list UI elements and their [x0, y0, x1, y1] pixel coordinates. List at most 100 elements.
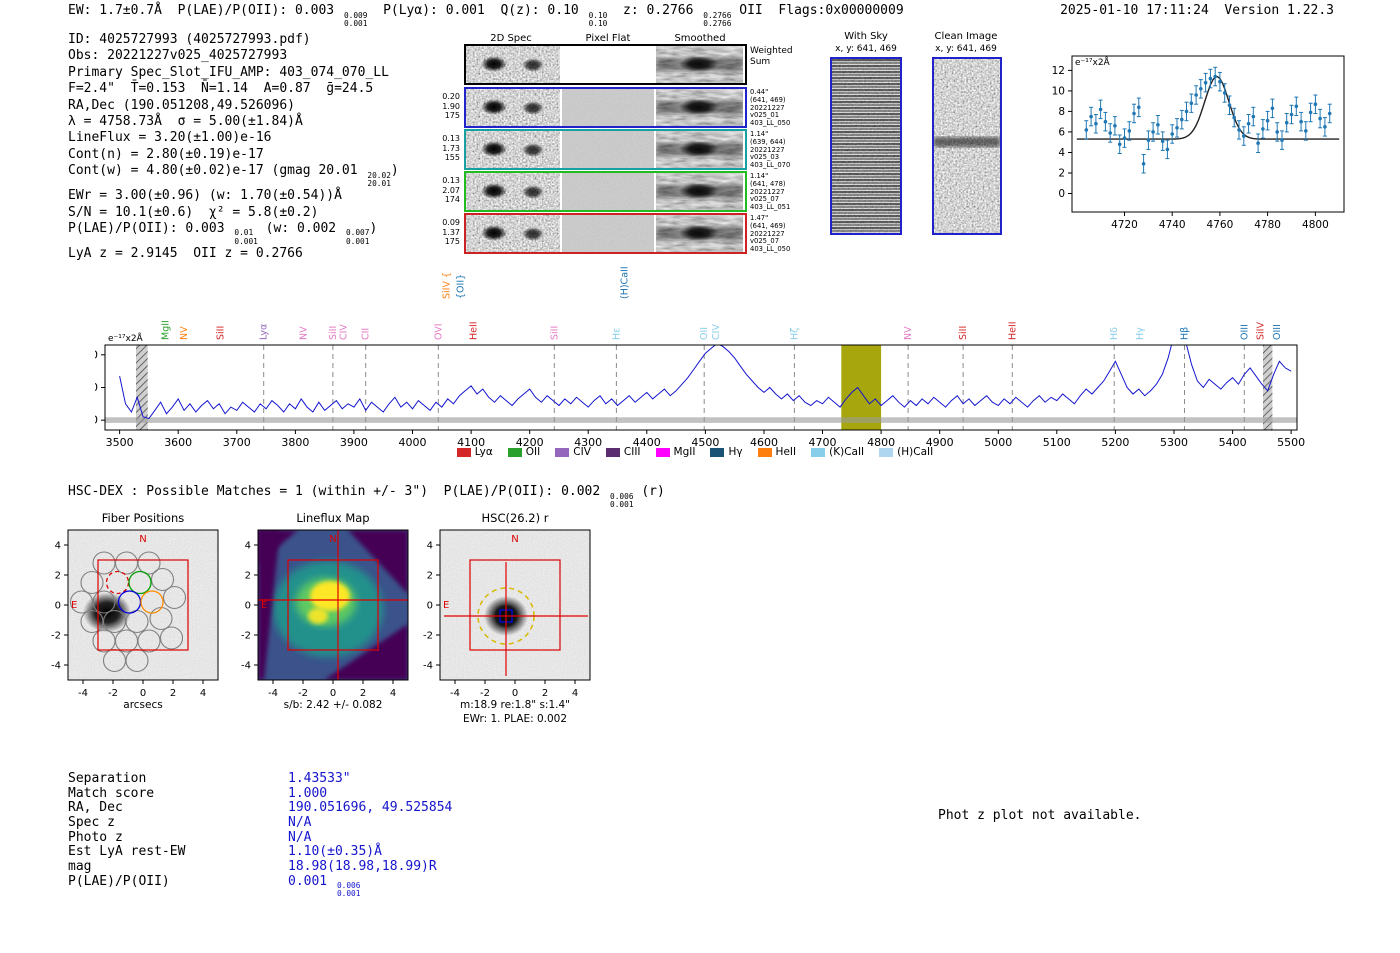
info-line: F=2.4" T̄=0.153 N̄=1.14 A=0.87 ḡ=24.5	[68, 81, 374, 97]
match-table-row: Match score 1.000	[68, 786, 452, 801]
legend-swatch	[605, 447, 620, 457]
svg-text:4760: 4760	[1207, 219, 1234, 231]
svg-text:0: 0	[95, 414, 98, 427]
gaussian-fit-curve	[1076, 75, 1340, 140]
svg-text:-4: -4	[423, 661, 433, 672]
match-table-label: P(LAE)/P(OII)	[68, 873, 170, 889]
match-table-label: Spec z	[68, 815, 115, 831]
emission-line-label: NV	[903, 326, 914, 340]
svg-text:4720: 4720	[1111, 219, 1138, 231]
spec2d-row	[464, 44, 747, 85]
match-table-row: mag 18.98(18.98,18.99)R	[68, 859, 452, 874]
legend-swatch	[507, 447, 522, 457]
legend-item: (K)CaII	[811, 446, 864, 458]
match-table-value: 1.10(±0.35)Å	[288, 844, 382, 860]
svg-text:20: 20	[95, 348, 98, 361]
spec2d-strip	[466, 46, 560, 83]
svg-text:0: 0	[140, 688, 146, 699]
spec2d-row-stats: 0.20 1.90 175	[442, 92, 460, 120]
lineflux-map-title: Lineflux Map	[296, 511, 370, 525]
spec2d-strip	[656, 131, 743, 168]
match-table-label: RA, Dec	[68, 800, 123, 816]
hsc-caption-1: m:18.9 re:1.8" s:1.4"	[460, 699, 570, 711]
spec2d-row-annotation: 1.47" (641, 469) 20221227 v025_07 403_LL_050	[750, 214, 791, 254]
legend-swatch	[879, 447, 894, 457]
legend-item: HeII	[757, 446, 796, 458]
svg-text:-2: -2	[108, 688, 118, 699]
emission-line-label: HeII	[1007, 321, 1018, 340]
fiber-positions-cutout: N E -4 -4 -2 -2 0 0 2 2 4 4	[38, 524, 228, 706]
legend-swatch	[655, 447, 670, 457]
legend-swatch	[456, 447, 471, 457]
spec2d-strip	[656, 89, 743, 126]
spec2d-strip	[562, 215, 654, 252]
info-line: Cont(n) = 2.80(±0.19)e-17	[68, 146, 264, 162]
svg-text:0: 0	[512, 688, 518, 699]
spec2d-strip	[466, 131, 560, 168]
legend-item: MgII	[655, 446, 695, 458]
spec2d-header-2dspec: 2D Spec	[490, 33, 532, 44]
legend-label: CIII	[623, 446, 641, 458]
svg-text:2: 2	[542, 688, 548, 699]
svg-text:2: 2	[1058, 168, 1065, 180]
info-line: Primary Spec_Slot_IFU_AMP: 403_074_070_L…	[68, 64, 389, 80]
emission-line-label: MgII	[160, 320, 171, 340]
match-table-row: Separation 1.43533"	[68, 771, 452, 786]
match-table-row: Photo z N/A	[68, 830, 452, 845]
emission-line-label: {OII}	[456, 274, 467, 299]
spec2d-strip	[656, 215, 743, 252]
emission-line-label: SiIV {	[442, 272, 453, 299]
spec2d-strip	[466, 173, 560, 210]
photz-note: Phot z plot not available.	[938, 808, 1142, 823]
emission-line-label: CII	[361, 328, 372, 340]
info-line: EWr = 3.00(±0.96) (w: 1.70(±0.54))Å	[68, 188, 342, 204]
emission-line-label: SiII	[215, 326, 226, 340]
spec2d-strip	[562, 89, 654, 126]
spec2d-strip	[466, 89, 560, 126]
svg-text:4800: 4800	[1302, 219, 1329, 231]
spec2d-strip	[656, 173, 743, 210]
svg-text:0: 0	[427, 601, 433, 612]
info-line: Obs: 20221227v025_4025727993	[68, 48, 288, 64]
legend-label: (K)CaII	[829, 446, 865, 458]
legend-swatch	[811, 447, 826, 457]
line-fit-chart: 4720 4740 4760 4780 4800 0 2 4 6 8 10 12 e⁻¹⁷x2Å	[1028, 42, 1363, 242]
info-line: Cont(w) = 4.80(±0.02)e-17 (gmag 20.01 20…	[68, 163, 399, 188]
svg-text:2: 2	[427, 571, 433, 582]
hsc-dex-line: HSC-DEX : Possible Matches = 1 (within +…	[68, 484, 665, 509]
north-label: N	[511, 534, 518, 545]
error-band	[105, 417, 1297, 423]
emission-line-label: SiII	[549, 326, 560, 340]
spec2d-row-annotation: 1.14" (641, 478) 20221227 v025_07 403_LL_051	[750, 172, 791, 212]
hsc-r-cutout: N E -4 -4 -2 -2 0 0 2 2 4 4	[410, 524, 600, 706]
svg-text:4: 4	[55, 541, 61, 552]
svg-text:10: 10	[95, 381, 98, 394]
svg-text:-2: -2	[241, 631, 251, 642]
north-label: N	[329, 534, 336, 545]
legend-swatch	[757, 447, 772, 457]
legend-swatch	[710, 447, 725, 457]
hsc-r-title: HSC(26.2) r	[481, 511, 549, 525]
emission-line-label: OIII	[1272, 324, 1283, 340]
withsky-coords: x, y: 641, 469	[835, 44, 897, 54]
cleanimage-title: Clean Image	[934, 31, 998, 42]
svg-text:12: 12	[1052, 65, 1065, 77]
svg-text:4: 4	[1058, 147, 1065, 159]
emission-line-label: (H)CaII {	[620, 262, 631, 299]
legend-label: Lyα	[474, 446, 493, 458]
emission-line-label: Hε	[611, 328, 622, 340]
info-line: ID: 4025727993 (4025727993.pdf)	[68, 32, 311, 47]
emission-line-label: OII	[699, 327, 710, 340]
info-line: RA,Dec (190.051208,49.526096)	[68, 97, 295, 113]
emission-line-label: CIV	[338, 324, 349, 340]
match-table-value: 1.000	[288, 785, 328, 801]
spec2d-row	[464, 213, 747, 254]
match-table-value: 1.43533"	[288, 771, 351, 786]
svg-text:e⁻¹⁷x2Å: e⁻¹⁷x2Å	[108, 332, 144, 344]
spec2d-row	[464, 87, 747, 128]
cleanimage-image	[932, 57, 1002, 235]
match-table-label: Est LyA rest-EW	[68, 844, 186, 860]
svg-text:2: 2	[55, 571, 61, 582]
svg-text:-4: -4	[51, 661, 61, 672]
legend-item: Hγ	[710, 446, 743, 458]
